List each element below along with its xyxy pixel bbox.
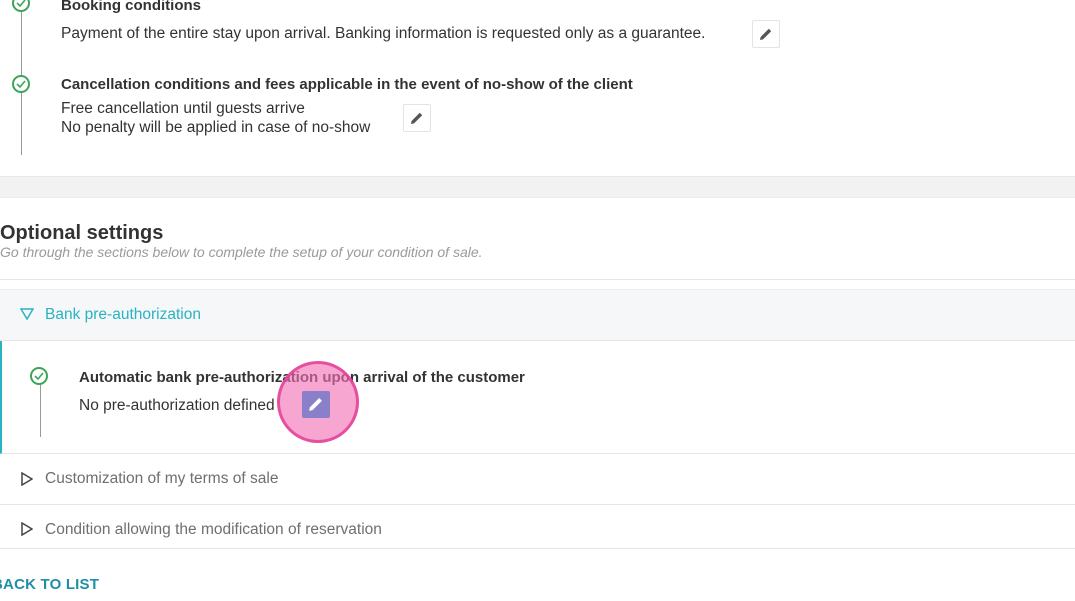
- pencil-icon: [760, 28, 772, 40]
- edit-booking-button[interactable]: [752, 20, 780, 48]
- edit-cancellation-button[interactable]: [403, 104, 431, 132]
- accordion-label: Bank pre-authorization: [45, 306, 201, 323]
- triangle-down-icon: [20, 308, 34, 320]
- triangle-right-icon: [21, 522, 33, 536]
- booking-conditions-text: Payment of the entire stay upon arrival.…: [61, 25, 706, 42]
- back-to-list-link[interactable]: BACK TO LIST: [0, 576, 99, 593]
- check-circle-icon: [12, 75, 30, 93]
- accordion-label: Condition allowing the modification of r…: [45, 521, 382, 538]
- accordion-bank-preauth-body: Automatic bank pre-authorization upon ar…: [0, 341, 1075, 454]
- timeline-line: [40, 381, 41, 437]
- divider: [0, 279, 1075, 280]
- accordion-bank-preauth-header[interactable]: Bank pre-authorization: [0, 289, 1075, 341]
- section-divider: [0, 176, 1075, 198]
- accordion-terms-header[interactable]: Customization of my terms of sale: [0, 455, 1075, 505]
- cancellation-conditions-title: Cancellation conditions and fees applica…: [61, 76, 633, 93]
- pencil-icon: [309, 398, 322, 411]
- pencil-icon: [411, 112, 423, 124]
- preauth-item-value: No pre-authorization defined: [79, 397, 275, 414]
- accordion-modification-header[interactable]: Condition allowing the modification of r…: [0, 506, 1075, 549]
- cancellation-line-1: Free cancellation until guests arrive: [61, 100, 305, 117]
- booking-conditions-title: Booking conditions: [61, 0, 201, 14]
- check-circle-icon: [30, 367, 48, 385]
- optional-settings-subtitle: Go through the sections below to complet…: [0, 244, 483, 260]
- edit-preauth-button[interactable]: [302, 391, 330, 418]
- triangle-right-icon: [21, 472, 33, 486]
- accordion-label: Customization of my terms of sale: [45, 470, 279, 487]
- check-circle-icon: [12, 0, 30, 12]
- cancellation-line-2: No penalty will be applied in case of no…: [61, 119, 371, 136]
- optional-settings-title: Optional settings: [0, 222, 164, 244]
